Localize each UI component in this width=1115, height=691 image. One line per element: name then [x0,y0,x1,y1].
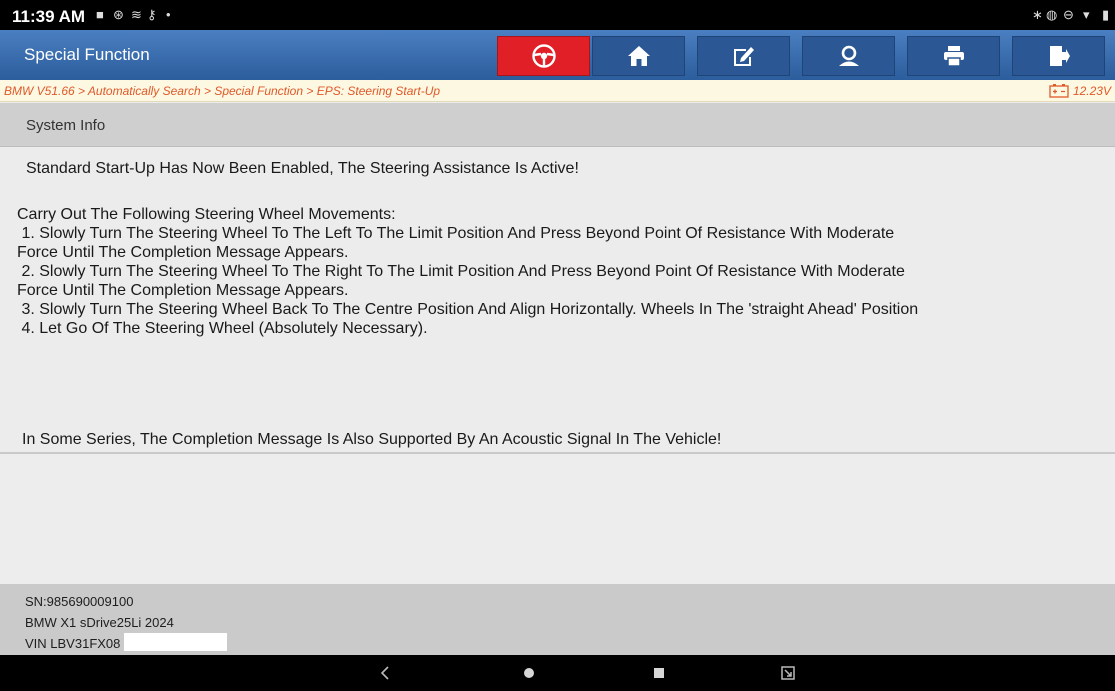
dnd-icon: ⊖ [1063,7,1074,22]
recents-button[interactable] [639,655,679,691]
recents-icon [654,668,664,678]
user-icon [838,45,859,66]
voltage-indicator: 12.23V [1048,82,1111,100]
user-button[interactable] [802,36,895,76]
message-panel: Standard Start-Up Has Now Been Enabled, … [0,147,1115,454]
status-time: 11:39 AM [12,7,86,26]
wifi-icon: ≋ [131,7,142,22]
battery-voltage-icon [1048,84,1069,98]
step-line: Force Until The Completion Message Appea… [17,244,349,261]
serial-number: SN:985690009100 [25,594,134,609]
steering-wheel-button[interactable] [497,36,590,76]
navigation-bar [0,655,1115,691]
vehicle-vin: VIN LBV31FX08 [25,636,121,651]
section-title: System Info [26,117,106,134]
battery-icon: ▮ [1102,7,1110,22]
home-icon [627,46,650,66]
step-line: 2. Slowly Turn The Steering Wheel To The… [17,263,905,280]
breadcrumb-bar: BMW V51.66 > Automatically Search > Spec… [0,80,1115,102]
vehicle-info-panel: SN:985690009100 BMW X1 sDrive25Li 2024 V… [0,584,1115,655]
sync-icon: ⊛ [113,7,124,22]
print-button[interactable] [907,36,1000,76]
vehicle-model: BMW X1 sDrive25Li 2024 [25,615,174,630]
home-button[interactable] [592,36,685,76]
home-circle-icon [524,668,534,678]
wifi-status-icon: ▾ [1083,7,1090,22]
steering-wheel-icon [531,44,556,68]
step-line: 3. Slowly Turn The Steering Wheel Back T… [17,301,919,318]
breadcrumb: BMW V51.66 > Automatically Search > Spec… [4,84,441,98]
exit-button[interactable] [1012,36,1105,76]
step-line: 1. Slowly Turn The Steering Wheel To The… [17,225,895,242]
message-footer: In Some Series, The Completion Message I… [22,431,722,448]
screenshot-icon [781,666,795,680]
bluetooth-icon: ∗ [1032,7,1043,22]
dot-icon: • [166,7,171,22]
vin-redaction [124,633,227,651]
gallery-icon: ■ [96,7,104,22]
step-line: Force Until The Completion Message Appea… [17,282,349,299]
instructions-title: Carry Out The Following Steering Wheel M… [17,206,396,223]
step-line: 4. Let Go Of The Steering Wheel (Absolut… [17,320,428,337]
message-headline: Standard Start-Up Has Now Been Enabled, … [26,160,579,177]
vpn-icon: ⚷ [147,7,157,22]
screenshot-button[interactable] [768,655,808,691]
vibrate-icon: ◍ [1046,7,1058,22]
app-bar: Special Function [0,30,1115,80]
voltage-value: 12.23V [1072,83,1111,98]
back-button[interactable] [365,655,405,691]
edit-icon [733,47,754,66]
status-bar: 11:39 AM ■ ⊛ ≋ ⚷ • ∗ ◍ ⊖ ▾ ▮ [0,0,1115,30]
home-nav-button[interactable] [509,655,549,691]
back-icon [380,666,389,680]
edit-button[interactable] [697,36,790,76]
print-icon [943,46,964,67]
page-title: Special Function [24,45,150,64]
step-list: 1. Slowly Turn The Steering Wheel To The… [17,224,1107,338]
exit-icon [1049,46,1070,66]
section-header: System Info [0,103,1115,147]
